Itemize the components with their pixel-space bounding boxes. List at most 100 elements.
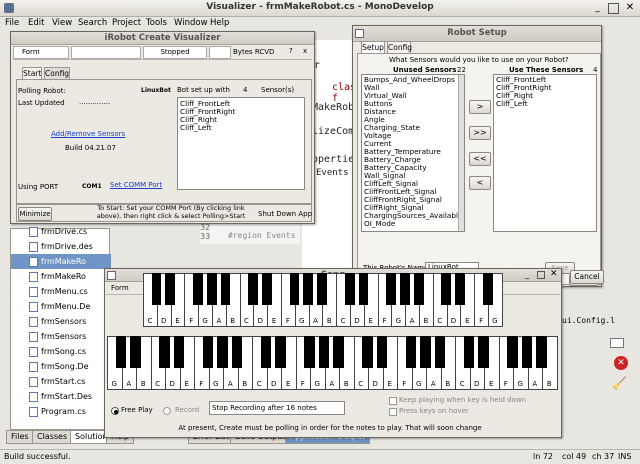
close-icon[interactable]: x (303, 47, 307, 55)
press-hover-checkbox[interactable] (389, 408, 397, 416)
bytes-rcvd-label: Bytes RCVD (233, 48, 275, 56)
stop-recording-dropdown[interactable]: Stop Recording after 16 notes (209, 401, 345, 415)
black-key[interactable] (318, 336, 330, 369)
black-key[interactable] (261, 273, 272, 306)
note-label: C (358, 380, 364, 388)
maximize-icon[interactable] (608, 3, 619, 14)
black-key[interactable] (455, 273, 466, 306)
menu-help[interactable]: Help (210, 18, 229, 28)
black-key[interactable] (413, 273, 424, 306)
file-item[interactable]: frmSong.cs (11, 344, 111, 359)
window-icon[interactable] (610, 338, 624, 348)
black-key[interactable] (303, 273, 314, 306)
minimize-button[interactable]: Minimize (18, 207, 52, 221)
menu-view[interactable]: View (52, 18, 72, 28)
black-key[interactable] (478, 336, 489, 369)
black-key[interactable] (399, 273, 410, 306)
tab-classes[interactable]: Classes (32, 430, 73, 444)
menu-file[interactable]: File (5, 18, 19, 28)
black-key[interactable] (151, 273, 162, 306)
list-item[interactable]: Cliff_Left (180, 123, 212, 132)
set-comm-port-link[interactable]: Set COMM Port (110, 181, 162, 189)
black-key[interactable] (304, 336, 315, 369)
black-key[interactable] (317, 273, 328, 306)
remove-all-button[interactable]: << (469, 152, 491, 166)
record-radio[interactable] (163, 407, 171, 415)
file-item[interactable]: frmMakeRo (11, 269, 111, 284)
black-key[interactable] (231, 336, 243, 369)
black-key[interactable] (206, 273, 217, 306)
add-remove-sensors-link[interactable]: Add/Remove Sensors (51, 130, 125, 138)
sensor-list[interactable]: Cliff_FrontLeft Cliff_FrontRight Cliff_R… (177, 97, 305, 190)
black-key[interactable] (434, 336, 446, 369)
file-item[interactable]: frmDrive.des (11, 239, 111, 254)
black-key[interactable] (115, 336, 127, 369)
add-sensor-button[interactable]: > (469, 100, 491, 114)
black-key[interactable] (441, 273, 452, 306)
used-sensors-list[interactable]: Cliff_FrontLeft Cliff_FrontRight Cliff_R… (493, 74, 597, 232)
menu-search[interactable]: Search (78, 18, 107, 28)
black-key[interactable] (217, 336, 228, 369)
menu-window[interactable]: Window (174, 18, 208, 28)
menu-form[interactable]: Form (111, 284, 129, 292)
black-key[interactable] (376, 336, 388, 369)
list-item[interactable]: OI_Mode (364, 219, 395, 228)
remove-sensor-button[interactable]: < (469, 176, 491, 190)
black-key[interactable] (192, 273, 203, 306)
file-item-selected[interactable]: frmMakeRo (11, 254, 111, 269)
tab-files[interactable]: Files (6, 430, 34, 444)
black-key[interactable] (248, 273, 259, 306)
menu-tools[interactable]: Tools (146, 18, 167, 28)
note-label: C (437, 317, 443, 325)
close-icon[interactable]: ✕ (624, 2, 636, 14)
black-key[interactable] (289, 273, 300, 306)
broom-icon[interactable]: 🧹 (612, 376, 630, 392)
black-key[interactable] (202, 336, 214, 369)
file-item[interactable]: frmSensors (11, 329, 111, 344)
stop-icon[interactable]: ✕ (614, 356, 628, 370)
footer-note: At present, Create must be polling in or… (178, 424, 482, 432)
black-key[interactable] (362, 336, 373, 369)
file-item[interactable]: frmDrive.cs (11, 224, 111, 239)
free-play-radio[interactable] (111, 407, 119, 415)
black-key[interactable] (130, 336, 141, 369)
file-item[interactable]: frmMenu.De (11, 299, 111, 314)
black-key[interactable] (344, 273, 355, 306)
black-key[interactable] (165, 273, 176, 306)
black-key[interactable] (463, 336, 475, 369)
help-icon[interactable]: ? (289, 47, 293, 55)
black-key[interactable] (536, 336, 547, 369)
black-key[interactable] (333, 336, 344, 369)
black-key[interactable] (173, 336, 185, 369)
file-item[interactable]: frmSong.De (11, 359, 111, 374)
black-key[interactable] (358, 273, 369, 306)
file-item[interactable]: frmMenu.cs (11, 284, 111, 299)
form-menu[interactable]: Form (13, 46, 69, 59)
black-key[interactable] (260, 336, 272, 369)
file-item[interactable]: Program.cs (11, 404, 111, 419)
black-key[interactable] (482, 273, 493, 306)
black-key[interactable] (521, 336, 533, 369)
black-key[interactable] (507, 336, 518, 369)
minimize-icon[interactable]: _ (592, 3, 603, 14)
unused-sensors-list[interactable]: Bumps_And_WheelDrops Wall Virtual_Wall B… (361, 74, 465, 232)
add-all-button[interactable]: >> (469, 126, 491, 140)
menu-project[interactable]: Project (112, 18, 141, 28)
cancel-button[interactable]: Cancel (570, 270, 604, 284)
shutdown-button[interactable]: Shut Down App (258, 210, 312, 218)
menu-edit[interactable]: Edit (28, 18, 44, 28)
file-item[interactable]: frmStart.cs (11, 374, 111, 389)
black-key[interactable] (420, 336, 431, 369)
file-item[interactable]: frmStart.Des (11, 389, 111, 404)
black-key[interactable] (405, 336, 417, 369)
list-item[interactable]: Cliff_Left (496, 99, 528, 108)
scrollbar[interactable] (458, 75, 464, 231)
irobot-header-strip: Form Stopped Bytes RCVD ? x (13, 46, 312, 60)
note-label: A (329, 380, 335, 388)
keep-playing-checkbox[interactable] (389, 397, 397, 405)
black-key[interactable] (220, 273, 231, 306)
black-key[interactable] (275, 336, 286, 369)
black-key[interactable] (386, 273, 397, 306)
file-item[interactable]: frmSensors (11, 314, 111, 329)
black-key[interactable] (159, 336, 170, 369)
